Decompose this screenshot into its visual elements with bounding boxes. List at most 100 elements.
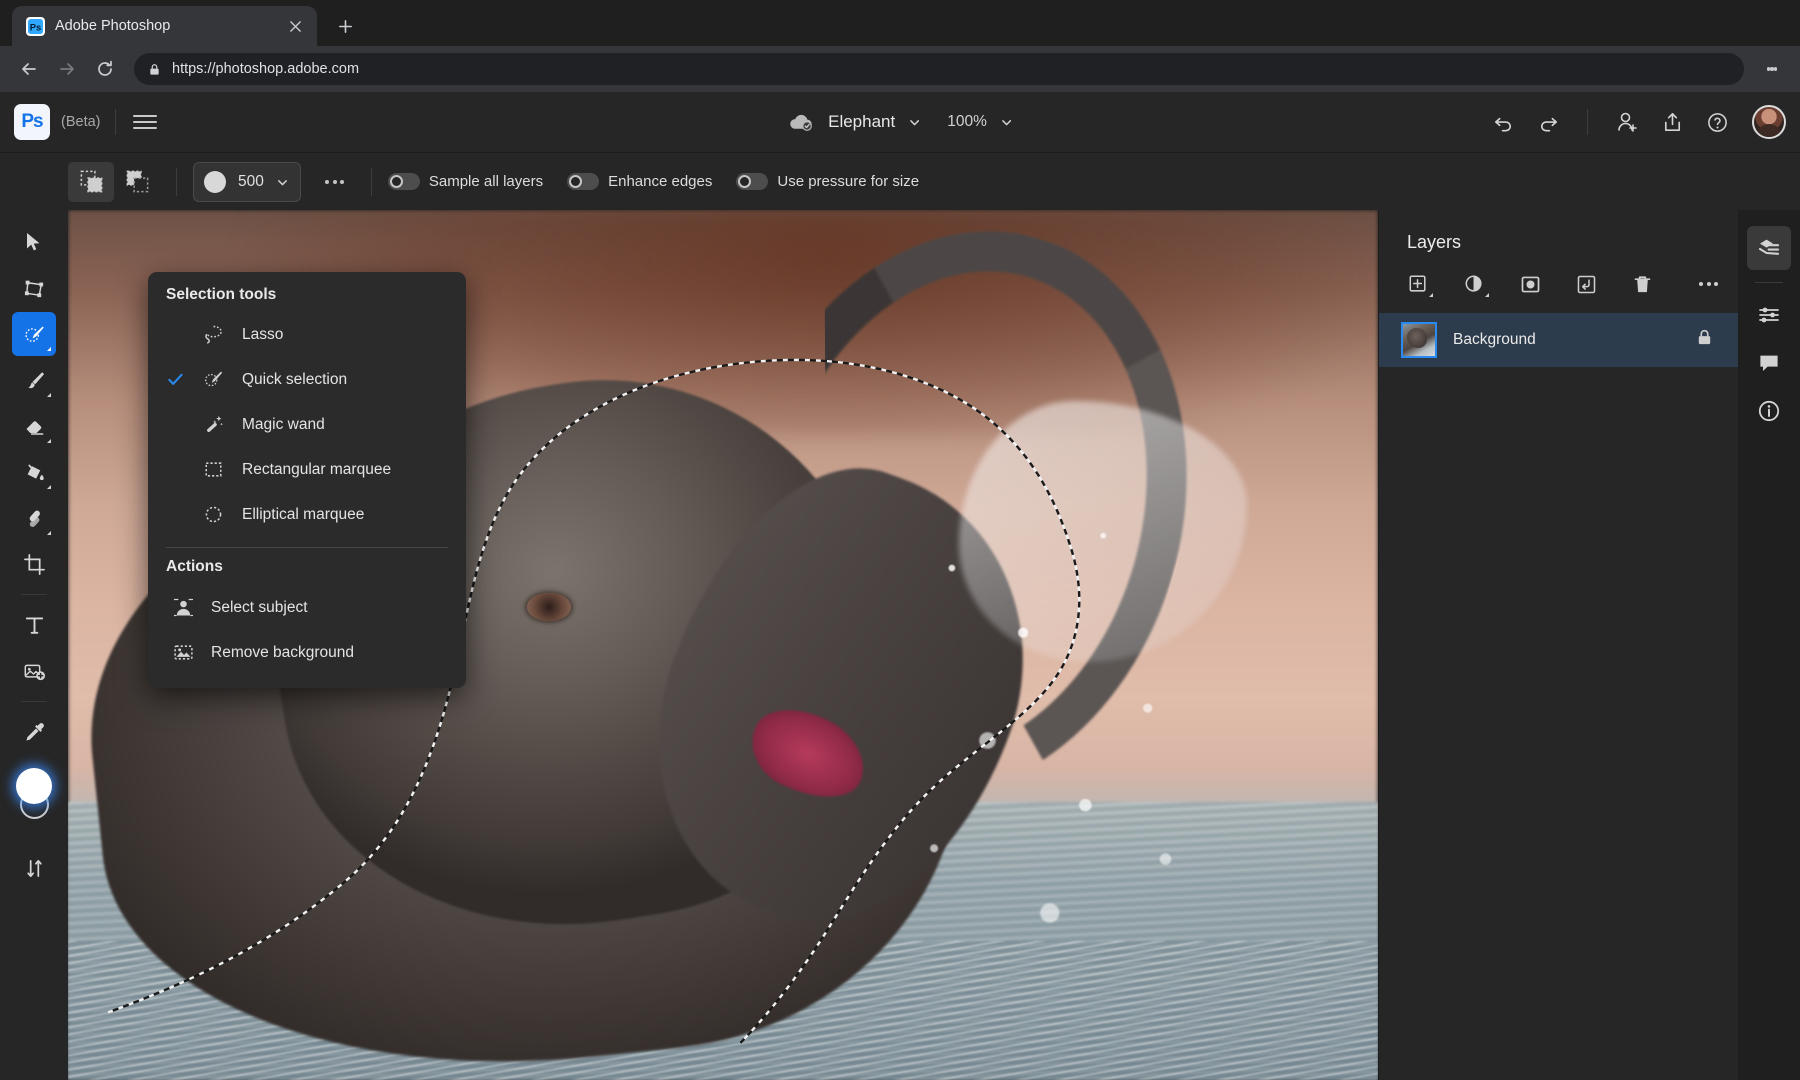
reload-arrow-icon[interactable] (88, 52, 122, 86)
document-name[interactable]: Elephant (828, 112, 895, 132)
selection-tools-menu: Selection tools Lasso Quick selection Ma… (148, 272, 466, 688)
tool-rail (0, 210, 68, 1080)
menu-item-label: Rectangular marquee (242, 460, 392, 478)
use-pressure-for-size-label: Use pressure for size (777, 173, 920, 190)
address-bar[interactable]: https://photoshop.adobe.com (134, 53, 1744, 85)
menu-item-quick-selection[interactable]: Quick selection (148, 357, 466, 402)
options-divider-1 (176, 167, 177, 196)
svg-text:Ps: Ps (30, 22, 41, 32)
menu-item-lasso[interactable]: Lasso (148, 312, 466, 357)
menu-item-elliptical-marquee[interactable]: Elliptical marquee (148, 492, 466, 537)
sample-all-layers-group: Sample all layers (387, 173, 544, 190)
forward-arrow-icon[interactable] (50, 52, 84, 86)
cloud-saved-icon (788, 112, 815, 132)
canvas-area[interactable]: Selection tools Lasso Quick selection Ma… (68, 210, 1378, 1080)
brush-more-options-button[interactable] (315, 164, 355, 200)
layers-toolbar (1379, 253, 1738, 313)
invite-user-icon[interactable] (1607, 102, 1647, 142)
layers-panel-icon[interactable] (1747, 226, 1791, 270)
user-avatar[interactable] (1752, 105, 1786, 139)
quick-selection-icon (200, 369, 226, 390)
comments-panel-icon[interactable] (1747, 341, 1791, 385)
browser-tabstrip: Ps Adobe Photoshop (0, 0, 1800, 46)
help-icon[interactable] (1697, 102, 1737, 142)
sample-all-layers-toggle[interactable] (387, 173, 420, 190)
brush-chevron-down-icon[interactable] (276, 176, 288, 188)
back-arrow-icon[interactable] (12, 52, 46, 86)
undo-icon[interactable] (1483, 102, 1523, 142)
type-tool[interactable] (12, 603, 56, 647)
lock-icon (148, 63, 161, 76)
zoom-chevron-down-icon[interactable] (1000, 116, 1012, 128)
crop-tool[interactable] (12, 542, 56, 586)
adjustments-panel-icon[interactable] (1747, 293, 1791, 337)
browser-menu-icon[interactable] (1756, 53, 1788, 85)
tool-divider-1 (21, 594, 47, 595)
menu-action-remove-background[interactable]: Remove background (148, 630, 466, 675)
menu-action-label: Select subject (211, 598, 308, 616)
add-layer-icon[interactable] (1401, 267, 1435, 301)
chevron-down-icon[interactable] (908, 116, 920, 128)
hamburger-menu-icon[interactable] (130, 107, 160, 137)
photoshop-favicon: Ps (26, 16, 45, 36)
lasso-icon (200, 324, 226, 345)
brush-tool[interactable] (12, 358, 56, 402)
zoom-level[interactable]: 100% (947, 113, 987, 131)
eyedropper-tool[interactable] (12, 710, 56, 754)
transform-tool[interactable] (12, 266, 56, 310)
header-divider (114, 109, 116, 135)
add-to-selection-button[interactable] (68, 161, 114, 202)
lock-icon[interactable] (1695, 328, 1714, 352)
healing-brush-tool[interactable] (12, 496, 56, 540)
options-divider-2 (370, 167, 372, 196)
options-bar: 500 Sample all layers Enhance edges Use … (0, 152, 1800, 210)
layer-mask-icon[interactable] (1513, 267, 1547, 301)
magic-wand-icon (200, 414, 226, 435)
photoshop-app: Ps (Beta) Elephant 100% 500 Sample all l… (0, 92, 1800, 1080)
brush-size-value: 500 (238, 172, 264, 190)
rectangular-marquee-icon (200, 459, 226, 480)
import-layer-icon[interactable] (1569, 267, 1603, 301)
swap-colors-icon[interactable] (12, 848, 56, 888)
browser-toolbar: https://photoshop.adobe.com (0, 46, 1800, 92)
enhance-edges-label: Enhance edges (608, 173, 713, 190)
use-pressure-for-size-group: Use pressure for size (736, 173, 919, 190)
menu-item-label: Elliptical marquee (242, 505, 365, 523)
menu-action-label: Remove background (211, 643, 355, 661)
enhance-edges-toggle[interactable] (567, 173, 600, 190)
foreground-color-swatch[interactable] (16, 768, 52, 804)
table-row[interactable]: Background (1379, 313, 1738, 367)
redo-icon[interactable] (1528, 102, 1568, 142)
brush-size-control[interactable]: 500 (193, 161, 301, 202)
new-tab-button[interactable] (329, 10, 361, 42)
menu-item-magic-wand[interactable]: Magic wand (148, 402, 466, 447)
share-icon[interactable] (1652, 102, 1692, 142)
delete-layer-icon[interactable] (1625, 267, 1659, 301)
add-image-tool[interactable] (12, 649, 56, 693)
photoshop-logo: Ps (14, 104, 50, 140)
layer-thumbnail (1401, 322, 1437, 358)
menu-title: Selection tools (166, 286, 277, 303)
app-body: Selection tools Lasso Quick selection Ma… (0, 210, 1800, 1080)
eraser-tool[interactable] (12, 404, 56, 448)
info-panel-icon[interactable] (1747, 389, 1791, 433)
adjustment-layer-icon[interactable] (1457, 267, 1491, 301)
move-tool[interactable] (12, 220, 56, 264)
use-pressure-for-size-toggle[interactable] (736, 173, 769, 190)
quick-selection-tool[interactable] (12, 312, 56, 356)
color-swatches[interactable] (8, 768, 60, 832)
close-icon[interactable] (285, 16, 305, 36)
select-subject-icon (170, 597, 196, 618)
check-icon (166, 371, 184, 388)
elliptical-marquee-icon (200, 504, 226, 525)
layer-more-icon[interactable] (1699, 282, 1718, 286)
menu-item-rectangular-marquee[interactable]: Rectangular marquee (148, 447, 466, 492)
app-header: Ps (Beta) Elephant 100% (0, 92, 1800, 152)
document-title-group: Elephant 100% (788, 92, 1012, 152)
paint-bucket-tool[interactable] (12, 450, 56, 494)
address-bar-url: https://photoshop.adobe.com (172, 61, 360, 77)
browser-tab[interactable]: Ps Adobe Photoshop (12, 6, 317, 46)
menu-action-select-subject[interactable]: Select subject (148, 585, 466, 630)
subtract-from-selection-button[interactable] (114, 162, 160, 202)
sample-all-layers-label: Sample all layers (428, 173, 544, 190)
